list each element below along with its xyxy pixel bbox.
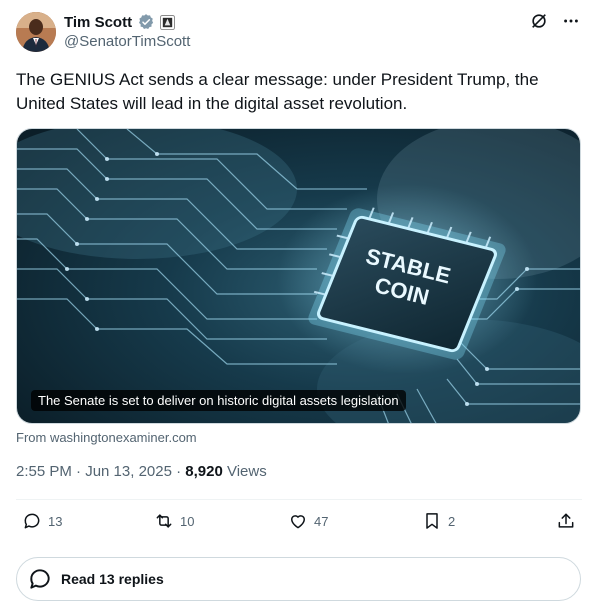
more-icon[interactable] [562,12,580,30]
grok-icon[interactable] [530,12,548,30]
tweet-meta: 2:55 PM · Jun 13, 2025 · 8,920 Views [16,463,267,480]
top-actions [530,12,580,30]
avatar[interactable] [16,12,56,52]
like-count: 47 [314,513,329,529]
stablecoin-chip-illustration: STABLE COIN [17,129,580,423]
bookmark-count: 2 [448,513,456,529]
divider [16,499,582,500]
link-source[interactable]: From washingtonexaminer.com [16,430,197,445]
timestamp[interactable]: 2:55 PM · Jun 13, 2025 · [16,463,185,480]
reply-count: 13 [48,513,63,529]
link-card-image[interactable]: STABLE COIN The Senate is set to deliver… [16,128,581,424]
verified-badge-icon[interactable] [137,13,155,31]
read-replies-button[interactable]: Read 13 replies [16,557,581,601]
action-bar: 13 10 47 2 [16,511,582,537]
repost-icon [154,511,174,531]
link-card-title[interactable]: The Senate is set to deliver on historic… [31,390,406,411]
reply-button[interactable]: 13 [22,511,62,531]
views-label: Views [222,463,267,480]
reply-icon [27,566,53,592]
read-replies-label: Read 13 replies [61,571,164,587]
views-count: 8,920 [185,463,223,480]
like-icon [288,511,308,531]
senate-seal-icon[interactable] [160,14,176,30]
repost-count: 10 [180,513,195,529]
share-button[interactable] [556,511,576,531]
author-name-row: Tim Scott [64,13,176,31]
share-icon [556,511,576,531]
bookmark-button[interactable]: 2 [422,511,455,531]
display-name[interactable]: Tim Scott [64,14,132,31]
author-handle[interactable]: @SenatorTimScott [64,33,190,50]
like-button[interactable]: 47 [288,511,328,531]
reply-icon [22,511,42,531]
tweet-text: The GENIUS Act sends a clear message: un… [16,70,539,113]
repost-button[interactable]: 10 [154,511,194,531]
bookmark-icon [422,511,442,531]
